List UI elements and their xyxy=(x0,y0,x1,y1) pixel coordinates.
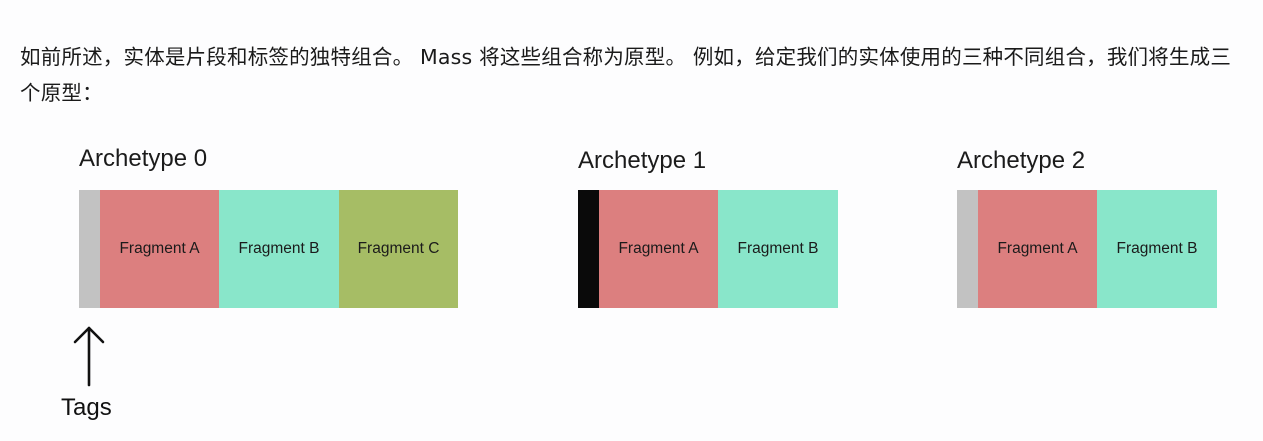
archetype-0-title: Archetype 0 xyxy=(79,145,208,172)
archetype-0-bar: Fragment A Fragment B Fragment C xyxy=(79,190,458,308)
fragment-a-segment: Fragment A xyxy=(100,190,219,308)
up-arrow-icon xyxy=(73,326,105,387)
archetype-1-bar: Fragment A Fragment B xyxy=(578,190,838,308)
archetype-2-bar: Fragment A Fragment B xyxy=(957,190,1217,308)
tag-segment xyxy=(578,190,599,308)
tags-label: Tags xyxy=(61,394,112,421)
tag-segment xyxy=(957,190,978,308)
intro-paragraph: 如前所述，实体是片段和标签的独特组合。 Mass 将这些组合称为原型。 例如，给… xyxy=(20,44,1232,105)
fragment-a-segment: Fragment A xyxy=(599,190,718,308)
archetype-2-title: Archetype 2 xyxy=(957,147,1086,174)
tag-segment xyxy=(79,190,100,308)
tags-annotation: Tags xyxy=(58,326,122,426)
fragment-b-segment: Fragment B xyxy=(718,190,838,308)
fragment-a-segment: Fragment A xyxy=(978,190,1097,308)
fragment-c-segment: Fragment C xyxy=(339,190,458,308)
archetype-1-title: Archetype 1 xyxy=(578,147,707,174)
fragment-b-segment: Fragment B xyxy=(219,190,339,308)
fragment-b-segment: Fragment B xyxy=(1097,190,1217,308)
